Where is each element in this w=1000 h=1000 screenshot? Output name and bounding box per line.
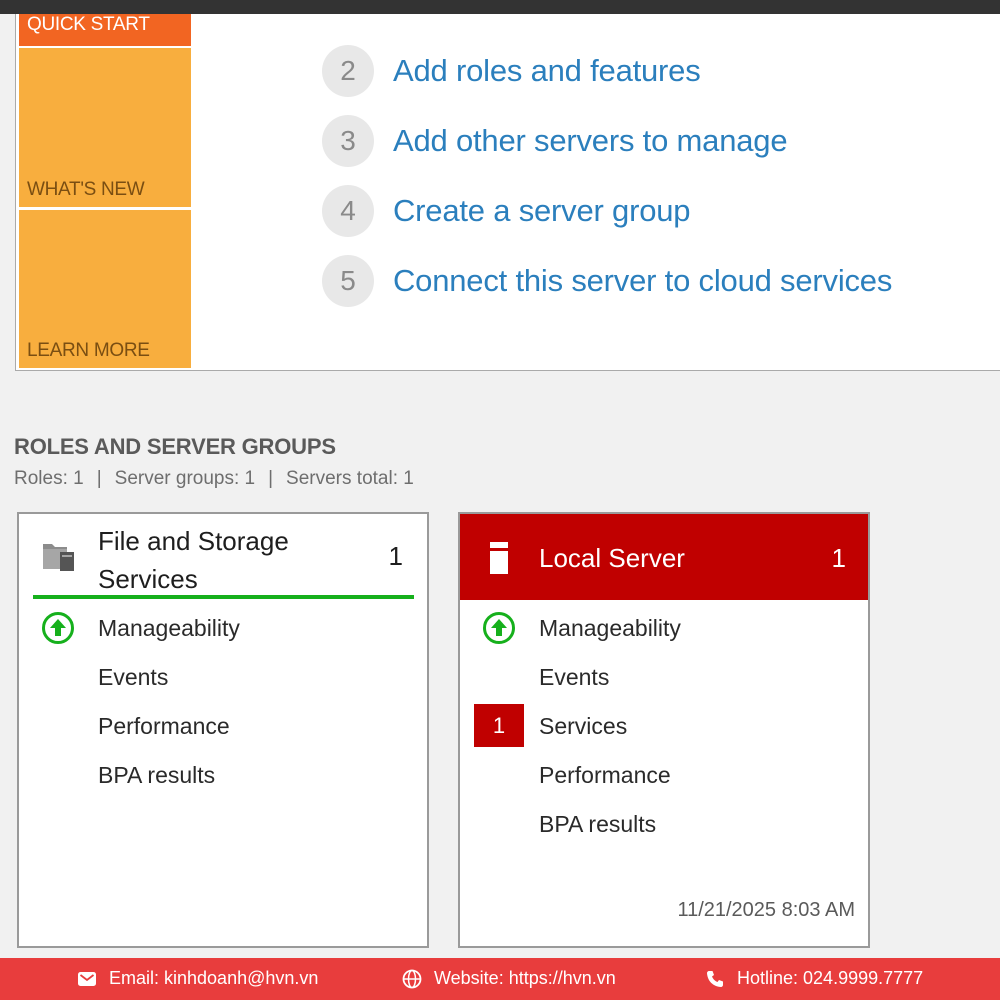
tile-label: LEARN MORE (27, 340, 150, 361)
phone-icon (707, 970, 723, 987)
step-connect-cloud: 5 Connect this server to cloud services (322, 246, 892, 316)
card-header[interactable]: Local Server 1 (460, 514, 868, 600)
servers-total-count: Servers total: 1 (286, 468, 414, 489)
server-icon (490, 542, 508, 574)
status-up-icon (42, 612, 74, 644)
row-label: Performance (98, 713, 230, 739)
separator: | (268, 468, 274, 489)
card-title[interactable]: File and Storage Services (98, 522, 358, 598)
footer-email[interactable]: Email: kinhdoanh@hvn.vn (77, 968, 318, 989)
services-alert-badge: 1 (474, 704, 524, 747)
row-bpa-results[interactable]: BPA results (19, 756, 427, 796)
add-servers-link[interactable]: Add other servers to manage (393, 123, 788, 159)
footer-hotline[interactable]: Hotline: 024.9999.7777 (705, 968, 923, 989)
hotline-text: Hotline: 024.9999.7777 (737, 968, 924, 988)
row-events[interactable]: Events (460, 658, 868, 698)
row-label: Events (98, 664, 169, 690)
card-count: 1 (388, 541, 403, 571)
row-services[interactable]: 1 Services (460, 704, 868, 747)
row-label: Performance (539, 762, 671, 788)
create-group-link[interactable]: Create a server group (393, 193, 691, 229)
card-count: 1 (831, 543, 846, 573)
row-label: Events (539, 664, 610, 690)
row-label: BPA results (98, 762, 216, 788)
step-number: 3 (322, 115, 374, 167)
row-label: Services (539, 713, 628, 739)
card-title-line: File and Storage (98, 526, 289, 556)
local-server-card[interactable]: Local Server 1 Manageability Events 1 Se… (458, 512, 870, 948)
contact-footer: Email: kinhdoanh@hvn.vn Website: https:/… (0, 958, 1000, 1000)
section-summary: Roles: 1 | Server groups: 1 | Servers total:… (14, 468, 414, 490)
tile-label: WHAT'S NEW (27, 179, 145, 200)
email-text: Email: kinhdoanh@hvn.vn (109, 968, 319, 988)
row-bpa-results[interactable]: BPA results (460, 805, 868, 845)
row-manageability[interactable]: Manageability (19, 609, 427, 649)
row-label: Manageability (539, 615, 681, 641)
quick-start-steps: 2 Add roles and features 3 Add other ser… (322, 36, 892, 316)
row-performance[interactable]: Performance (19, 707, 427, 747)
timestamp: 11/21/2025 8:03 AM (677, 899, 855, 921)
tile-quick-start[interactable]: QUICK START (19, 14, 191, 46)
folder-server-icon (43, 544, 74, 571)
row-performance[interactable]: Performance (460, 756, 868, 796)
footer-website[interactable]: Website: https://hvn.vn (402, 968, 616, 989)
step-number: 5 (322, 255, 374, 307)
file-storage-card[interactable]: File and Storage Services 1 Manageabilit… (17, 512, 429, 948)
row-label: Manageability (98, 615, 240, 641)
connect-cloud-link[interactable]: Connect this server to cloud services (393, 263, 892, 299)
window-top-bar (0, 0, 1000, 14)
website-text: Website: https://hvn.vn (434, 968, 616, 988)
step-number: 4 (322, 185, 374, 237)
welcome-panel: QUICK START WHAT'S NEW LEARN MORE 2 Add … (15, 14, 1000, 371)
separator: | (96, 468, 102, 489)
server-groups-count: Server groups: 1 (114, 468, 256, 489)
card-title: Local Server (539, 543, 685, 573)
tile-label: QUICK START (27, 14, 150, 35)
section-title: ROLES AND SERVER GROUPS (14, 434, 336, 459)
globe-icon (402, 969, 422, 988)
card-title-line: Services (98, 564, 198, 594)
roles-count: Roles: 1 (14, 468, 84, 489)
row-manageability[interactable]: Manageability (460, 609, 868, 649)
email-icon (78, 971, 96, 986)
step-create-group: 4 Create a server group (322, 176, 892, 246)
step-add-servers: 3 Add other servers to manage (322, 106, 892, 176)
step-add-roles: 2 Add roles and features (322, 36, 892, 106)
status-up-icon (483, 612, 515, 644)
status-underline (33, 595, 414, 599)
tile-learn-more[interactable]: LEARN MORE (19, 210, 191, 368)
row-label: BPA results (539, 811, 657, 837)
row-events[interactable]: Events (19, 658, 427, 698)
add-roles-link[interactable]: Add roles and features (393, 53, 701, 89)
tile-whats-new[interactable]: WHAT'S NEW (19, 48, 191, 207)
step-number: 2 (322, 45, 374, 97)
